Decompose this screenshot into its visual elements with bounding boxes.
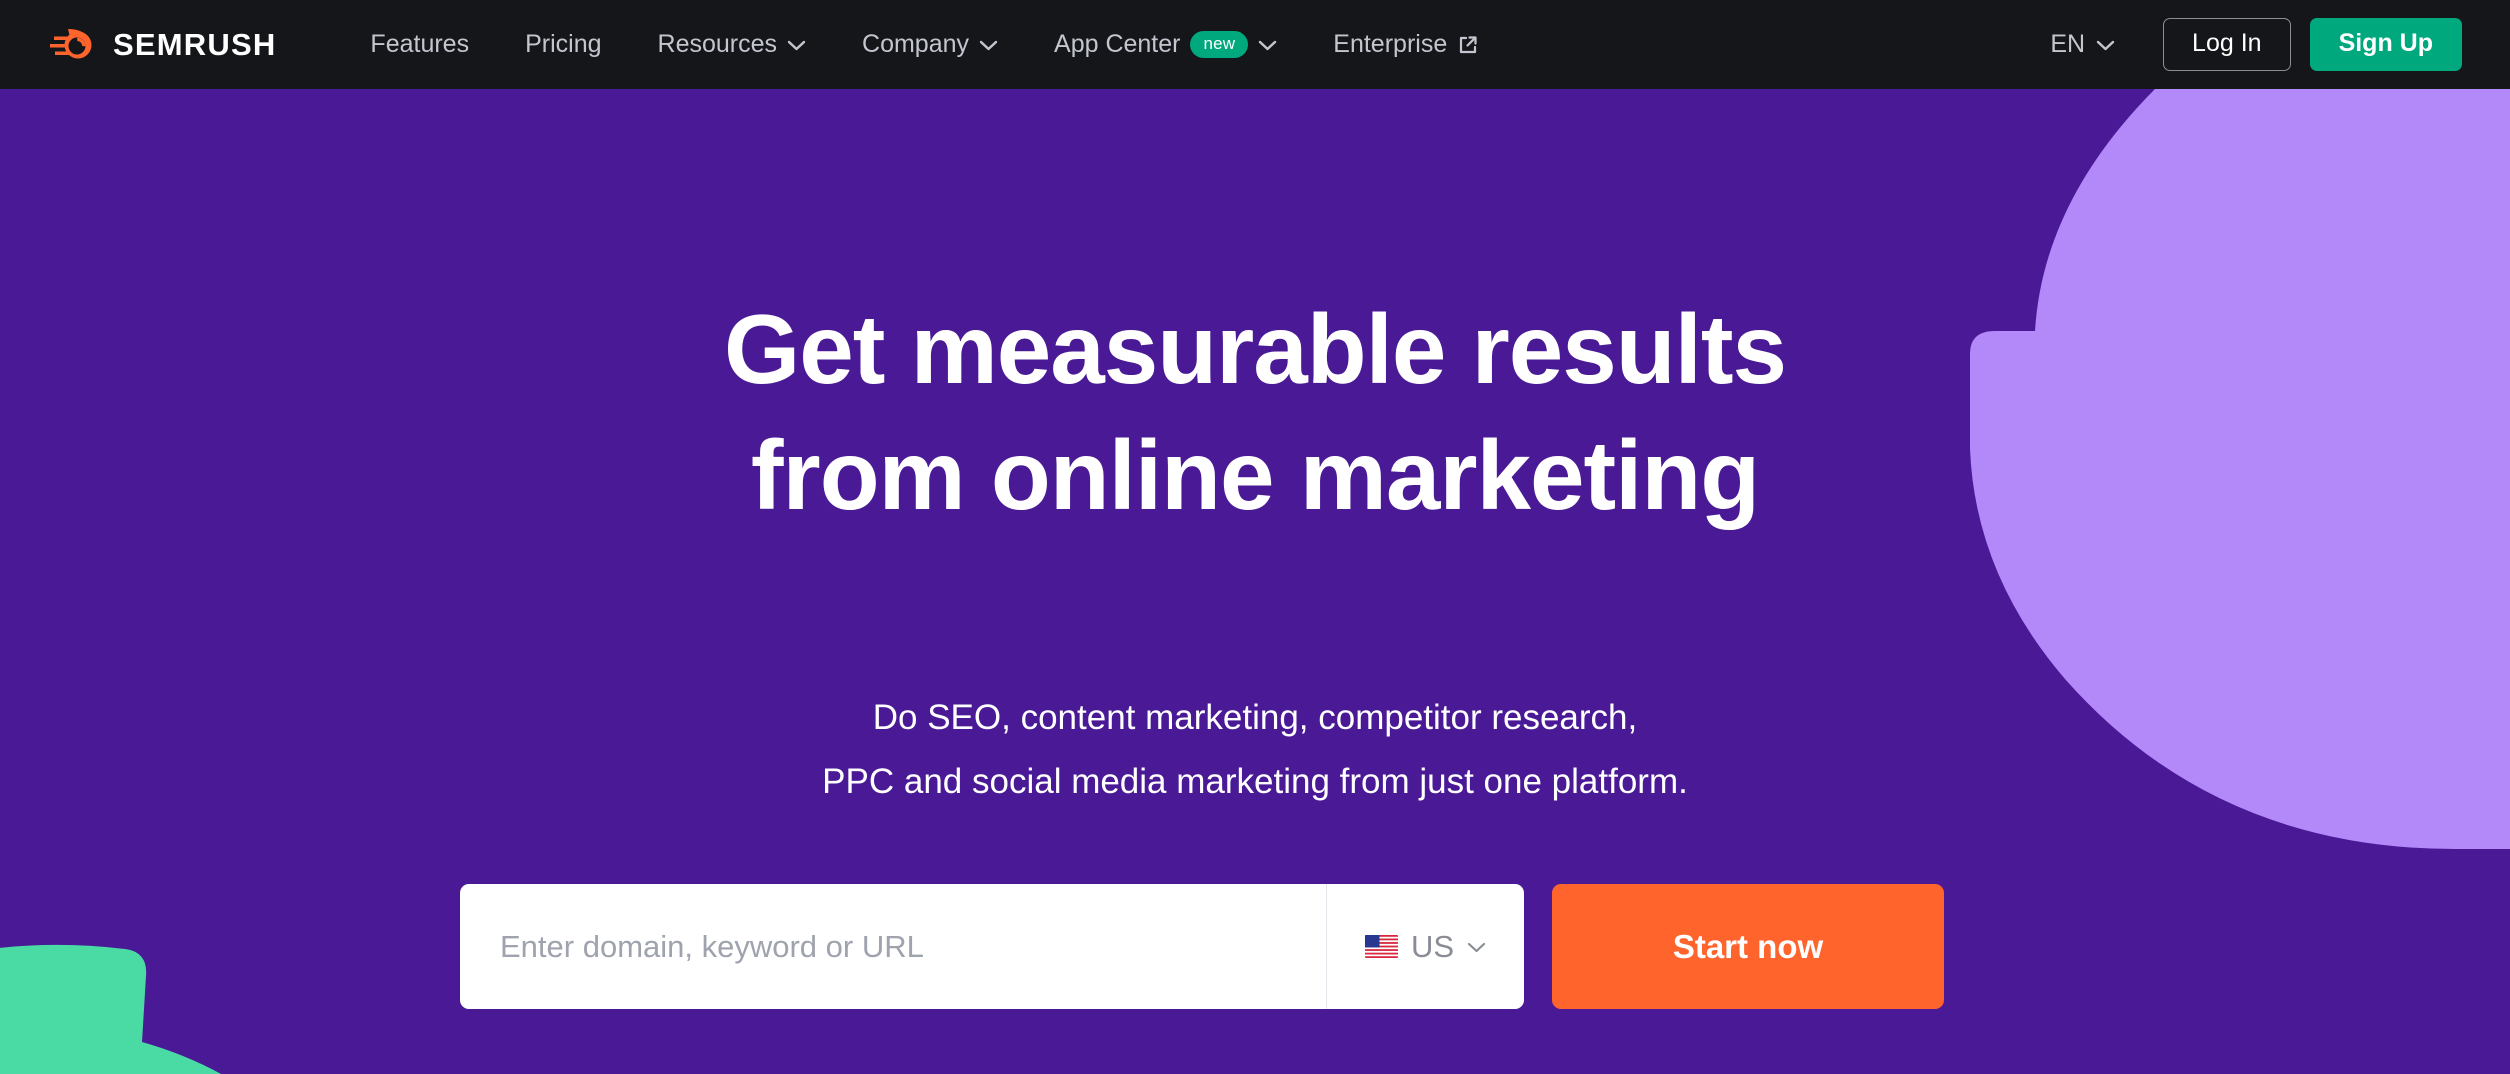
logo-text: SEMRUSH <box>113 27 277 62</box>
headline-line-1: Get measurable results <box>724 294 1787 404</box>
log-in-button[interactable]: Log In <box>2163 17 2291 72</box>
us-flag-icon <box>1364 935 1398 958</box>
nav-label: Enterprise <box>1333 30 1448 58</box>
nav-item-app-center[interactable]: App Center new <box>1026 0 1305 89</box>
nav-item-features[interactable]: Features <box>342 0 497 89</box>
subhead-line-1: Do SEO, content marketing, competitor re… <box>872 698 1638 737</box>
nav-item-company[interactable]: Company <box>834 0 1026 89</box>
language-selector[interactable]: EN <box>2028 30 2137 59</box>
chevron-down-icon <box>1467 942 1486 952</box>
chevron-down-icon <box>979 40 998 50</box>
start-now-button[interactable]: Start now <box>1552 884 1944 1009</box>
chevron-down-icon <box>2096 40 2115 50</box>
nav-label: Company <box>862 30 970 58</box>
headline-line-2: from online marketing <box>750 420 1760 531</box>
nav-item-enterprise[interactable]: Enterprise <box>1305 0 1507 89</box>
subhead-line-2: PPC and social media marketing from just… <box>822 761 1688 801</box>
nav-item-resources[interactable]: Resources <box>630 0 835 89</box>
main-navigation: Features Pricing Resources Company App C… <box>342 0 1507 89</box>
chevron-down-icon <box>787 40 806 50</box>
chevron-down-icon <box>1259 40 1277 50</box>
nav-label: Resources <box>657 30 778 58</box>
external-link-icon <box>1460 35 1477 53</box>
nav-item-pricing[interactable]: Pricing <box>497 0 629 89</box>
language-code: EN <box>2050 30 2086 58</box>
new-badge: new <box>1190 31 1249 58</box>
hero-content: Get measurable results from online marke… <box>0 89 2510 1074</box>
hero-search-bar: US Start now <box>460 884 1944 1009</box>
site-header: SEMRUSH Features Pricing Resources Compa… <box>0 0 2510 89</box>
hero-subtitle: Do SEO, content marketing, competitor re… <box>0 686 2510 813</box>
page-title: Get measurable results from online marke… <box>0 286 2510 539</box>
nav-label: Features <box>370 30 470 58</box>
semrush-comet-logo-icon <box>50 28 92 58</box>
nav-label: Pricing <box>525 30 602 58</box>
search-input[interactable] <box>460 884 1326 1009</box>
country-code: US <box>1410 928 1455 964</box>
nav-label: App Center <box>1054 30 1181 58</box>
hero-section: Get measurable results from online marke… <box>0 89 2510 1074</box>
search-group: US <box>460 884 1524 1009</box>
country-selector[interactable]: US <box>1326 884 1524 1009</box>
semrush-logo[interactable]: SEMRUSH <box>48 19 276 71</box>
header-actions: EN Log In Sign Up <box>2028 17 2462 72</box>
sign-up-button[interactable]: Sign Up <box>2309 17 2462 72</box>
